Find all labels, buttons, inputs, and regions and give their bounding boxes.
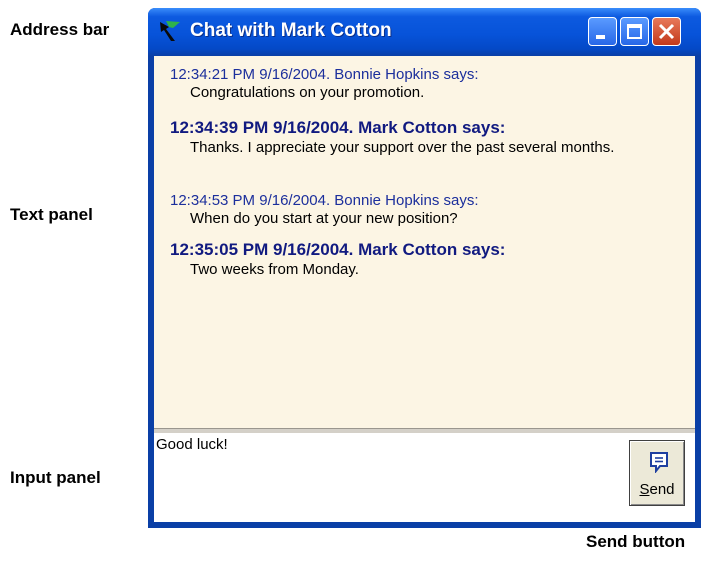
message-input[interactable]: Good luck! bbox=[156, 436, 228, 453]
callout-input-panel: Input panel bbox=[10, 468, 101, 487]
text-panel[interactable]: 12:34:21 PM 9/16/2004. Bonnie Hopkins sa… bbox=[154, 56, 695, 428]
title-bar[interactable]: Chat with Mark Cotton bbox=[148, 8, 701, 56]
chat-message: 12:34:21 PM 9/16/2004. Bonnie Hopkins sa… bbox=[170, 66, 670, 103]
input-panel[interactable]: Good luck! Send bbox=[154, 434, 695, 522]
window-title: Chat with Mark Cotton bbox=[190, 20, 392, 41]
app-logo-icon bbox=[160, 21, 180, 41]
send-button-label: Send bbox=[639, 481, 675, 498]
message-header: 12:34:39 PM 9/16/2004. Mark Cotton says: bbox=[170, 118, 506, 137]
callout-send-button: Send button bbox=[586, 532, 686, 551]
maximize-button[interactable] bbox=[620, 17, 649, 46]
message-icon bbox=[650, 452, 668, 473]
chat-message: 12:34:53 PM 9/16/2004. Bonnie Hopkins sa… bbox=[170, 192, 670, 229]
minimize-button[interactable] bbox=[588, 17, 617, 46]
message-body: When do you start at your new position? bbox=[190, 210, 458, 227]
chat-window: Chat with Mark Cotton 12:34:21 PM 9/16/2… bbox=[148, 8, 701, 528]
message-header: 12:34:21 PM 9/16/2004. Bonnie Hopkins sa… bbox=[170, 66, 479, 83]
callout-text-panel: Text panel bbox=[10, 205, 93, 224]
message-header: 12:35:05 PM 9/16/2004. Mark Cotton says: bbox=[170, 240, 506, 259]
callout-address-bar: Address bar bbox=[10, 20, 110, 39]
chat-message: 12:34:39 PM 9/16/2004. Mark Cotton says:… bbox=[170, 118, 670, 158]
close-button[interactable] bbox=[652, 17, 681, 46]
message-body: Two weeks from Monday. bbox=[190, 261, 359, 278]
message-header: 12:34:53 PM 9/16/2004. Bonnie Hopkins sa… bbox=[170, 192, 479, 209]
maximize-icon bbox=[627, 24, 642, 39]
message-body: Thanks. I appreciate your support over t… bbox=[190, 139, 615, 156]
chat-message: 12:35:05 PM 9/16/2004. Mark Cotton says:… bbox=[170, 240, 670, 280]
message-body: Congratulations on your promotion. bbox=[190, 84, 425, 101]
minimize-icon bbox=[596, 35, 605, 39]
send-button[interactable]: Send bbox=[629, 440, 685, 506]
close-icon bbox=[658, 23, 675, 40]
